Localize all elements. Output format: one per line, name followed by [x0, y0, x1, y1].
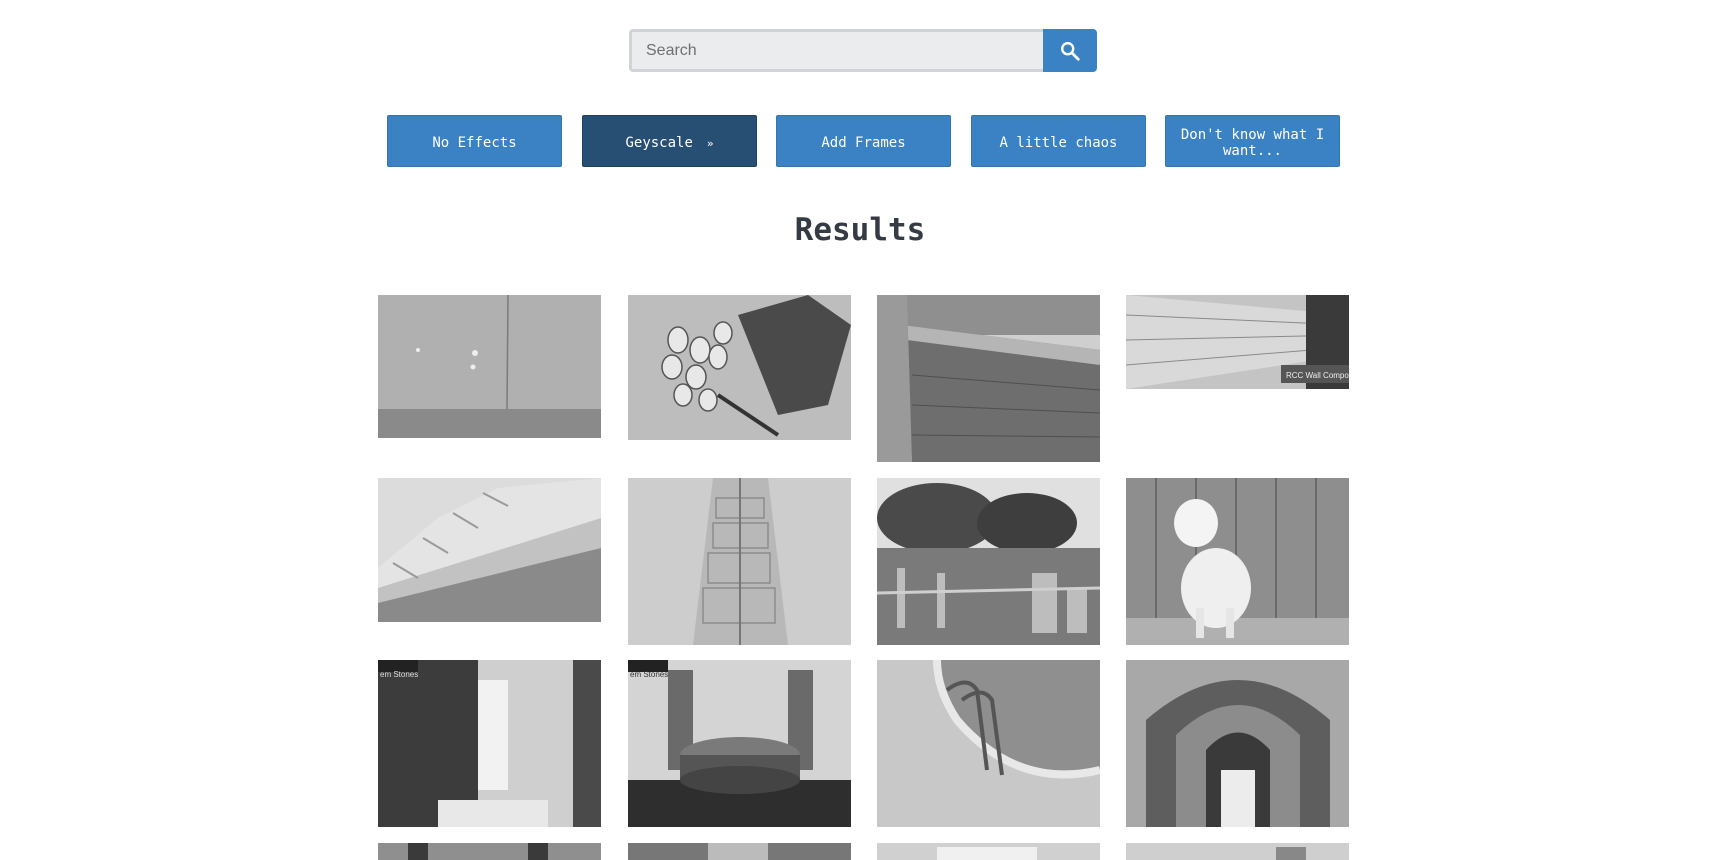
result-image-construction-site[interactable] [877, 478, 1100, 645]
filter-label: No Effects [432, 135, 517, 151]
result-image-round-bed[interactable]: em Stones [628, 660, 851, 827]
result-image-fence-gate[interactable] [877, 843, 1100, 860]
result-image-arched-corridor[interactable] [1126, 660, 1349, 827]
filter-dont-know-button[interactable]: Don't know what I want... [1165, 115, 1340, 167]
result-image-tulips[interactable] [628, 295, 851, 440]
result-image-marble-bathroom[interactable]: em Stones [378, 660, 601, 827]
result-image-chandelier[interactable] [1126, 843, 1349, 860]
result-image-concrete-steps[interactable] [378, 478, 601, 622]
filter-little-chaos-button[interactable]: A little chaos [971, 115, 1146, 167]
search-button[interactable] [1043, 29, 1097, 72]
search-input[interactable] [629, 29, 1043, 72]
filter-add-frames-button[interactable]: Add Frames [776, 115, 951, 167]
effect-filter-bar: No Effects Geyscale » Add Frames A little… [387, 115, 1341, 167]
chevron-right-icon: » [706, 136, 714, 150]
watermark-text: em Stones [380, 670, 418, 679]
filter-greyscale-button[interactable]: Geyscale » [582, 115, 757, 167]
filter-label: A little chaos [999, 135, 1118, 151]
watermark-text: em Stones [630, 670, 668, 679]
filter-label: Don't know what I want... [1180, 127, 1325, 159]
filter-label: Geyscale [625, 134, 693, 151]
results-title: Results [794, 212, 926, 248]
result-image-stone-wall[interactable] [877, 295, 1100, 462]
watermark-text: RCC Wall Compo [1286, 371, 1349, 380]
filter-label: Add Frames [821, 135, 906, 151]
result-image-shoes[interactable] [378, 843, 601, 860]
result-image-concrete-wall[interactable] [378, 295, 601, 438]
result-image-drainage-channel[interactable] [628, 478, 851, 645]
search-bar [629, 29, 1097, 72]
filter-no-effects-button[interactable]: No Effects [387, 115, 562, 167]
result-image-fireplace[interactable] [628, 843, 851, 860]
result-image-swimming-pool[interactable] [877, 660, 1100, 827]
result-image-white-calf[interactable] [1126, 478, 1349, 645]
search-icon [1061, 41, 1080, 61]
result-image-concrete-fence[interactable]: RCC Wall Compo [1126, 295, 1349, 389]
